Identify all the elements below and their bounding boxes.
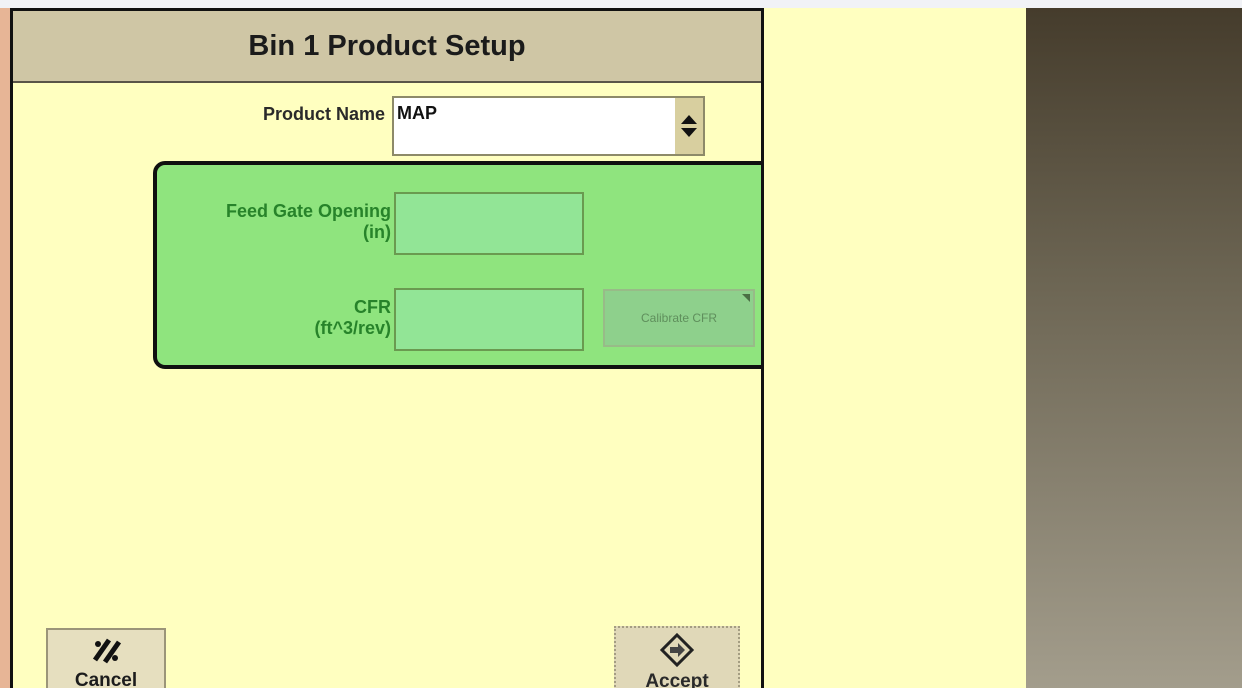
cfr-label-line2: (ft^3/rev): [314, 318, 391, 338]
right-yellow-panel: [764, 8, 1026, 688]
cancel-label: Cancel: [74, 670, 138, 688]
feed-gate-input[interactable]: [394, 192, 584, 255]
product-name-select[interactable]: MAP: [392, 96, 705, 156]
accept-button[interactable]: Accept: [614, 626, 740, 688]
feed-settings-group: Feed Gate Opening (in) CFR (ft^3/rev) Ca…: [153, 161, 761, 369]
cancel-button[interactable]: Cancel: [46, 628, 166, 688]
dialog-titlebar: Bin 1 Product Setup: [13, 11, 761, 83]
cfr-input[interactable]: [394, 288, 584, 351]
left-edge-strip: [0, 8, 10, 688]
accept-diamond-icon: [660, 633, 694, 667]
product-name-label: Product Name: [262, 104, 385, 124]
cfr-label-line1: CFR: [354, 297, 391, 317]
calibrate-cfr-label: Calibrate CFR: [640, 311, 718, 325]
spinner-updown-icon[interactable]: [675, 98, 703, 154]
calibrate-cfr-button[interactable]: Calibrate CFR: [603, 289, 755, 347]
accept-label: Accept: [645, 671, 709, 688]
product-setup-dialog: Bin 1 Product Setup Product Name MAP Fee…: [10, 8, 764, 688]
right-shaded-panel: [1026, 8, 1242, 688]
dialog-title: Bin 1 Product Setup: [248, 29, 526, 62]
cancel-slash-icon: [92, 638, 122, 664]
feed-gate-label-line1: Feed Gate Opening: [225, 201, 391, 221]
corner-indicator-icon: [742, 294, 750, 302]
feed-gate-label: Feed Gate Opening (in): [167, 201, 391, 243]
product-name-value: MAP: [397, 103, 437, 123]
cfr-label: CFR (ft^3/rev): [167, 297, 391, 339]
feed-gate-label-line2: (in): [363, 222, 391, 242]
